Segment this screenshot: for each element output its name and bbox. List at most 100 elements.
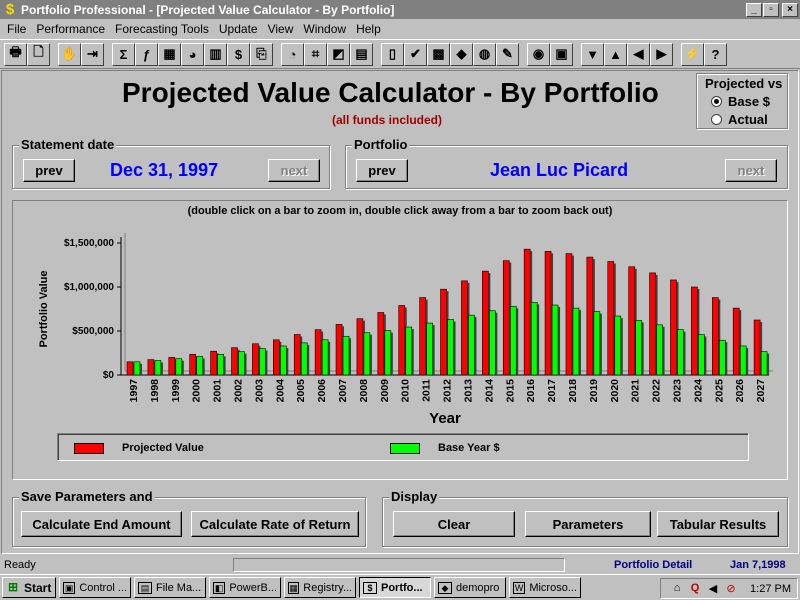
menu-window[interactable]: Window <box>298 22 351 36</box>
menu-help[interactable]: Help <box>351 22 386 36</box>
menu-performance[interactable]: Performance <box>31 22 110 36</box>
grid-icon[interactable]: ▩ <box>427 42 450 66</box>
bar-shadow <box>599 313 602 375</box>
calendar-icon[interactable]: ▤ <box>350 42 373 66</box>
start-button[interactable]: ⊞ Start <box>2 577 56 598</box>
alert-tray-icon[interactable]: ⊘ <box>724 582 738 596</box>
question-icon[interactable]: ? <box>704 42 727 66</box>
bar-projected-2014 <box>482 270 489 376</box>
bar-shadow <box>453 321 456 375</box>
exit-icon[interactable]: ⇥ <box>81 42 104 66</box>
right-arrow-icon[interactable]: ▶ <box>650 42 673 66</box>
menu-forecasting-tools[interactable]: Forecasting Tools <box>110 22 214 36</box>
taskbar-item[interactable]: ◧ PowerB... <box>209 577 281 598</box>
printer-icon[interactable]: 🖶 <box>4 42 27 66</box>
statement-prev-button[interactable]: prev <box>23 159 75 182</box>
taskbar-item[interactable]: W Microso... <box>509 577 581 598</box>
parameters-button[interactable]: Parameters <box>525 511 651 537</box>
bar-shadow <box>160 362 163 375</box>
radio-dot-selected[interactable] <box>711 96 722 107</box>
calculate-rate-of-return-button[interactable]: Calculate Rate of Return <box>191 511 359 537</box>
bar-chart-icon[interactable]: ▥ <box>204 42 227 66</box>
taskbar: ⊞ Start ▣ Control ... ▤ File Ma... ◧ PowerB..… <box>0 574 800 600</box>
bar-base-2006 <box>321 339 329 376</box>
chart-area[interactable]: (double click on a bar to zoom in, doubl… <box>12 200 788 480</box>
bar-shadow <box>578 310 581 375</box>
globe-icon[interactable]: ◉ <box>527 42 550 66</box>
radio-dot[interactable] <box>711 114 722 125</box>
portfolio-prev-button[interactable]: prev <box>356 159 408 182</box>
close-button[interactable]: × <box>782 2 798 17</box>
taskbar-item[interactable]: ▤ File Ma... <box>134 577 206 598</box>
tabular-results-button[interactable]: Tabular Results <box>657 511 779 537</box>
x-tick-label: 2025 <box>713 379 725 403</box>
q-tray-icon[interactable]: Q <box>688 582 702 596</box>
menu-update[interactable]: Update <box>214 22 263 36</box>
left-arrow-icon[interactable]: ◀ <box>627 42 650 66</box>
bar-projected-2007 <box>335 324 343 376</box>
window-title: Portfolio Professional - [Projected Valu… <box>21 2 395 17</box>
statement-date-group: Statement date prev Dec 31, 1997 next <box>12 137 330 189</box>
sigma-icon[interactable]: Σ <box>112 42 135 66</box>
chart-line-icon[interactable]: ◩ <box>327 42 350 66</box>
calculate-end-amount-button[interactable]: Calculate End Amount <box>21 511 182 537</box>
bar-shadow <box>369 334 372 375</box>
function-icon[interactable]: ƒ <box>135 42 158 66</box>
network-tray-icon[interactable]: ⌂ <box>670 582 684 596</box>
bar-shadow <box>411 329 414 375</box>
up-arrow-icon[interactable]: ▲ <box>604 42 627 66</box>
statement-date-value: Dec 31, 1997 <box>110 160 219 180</box>
minimize-button[interactable]: _ <box>746 2 762 17</box>
hand-icon[interactable]: ✎ <box>496 42 519 66</box>
statement-next-button[interactable]: next <box>268 159 320 182</box>
chart-legend: Projected Value Base Year $ <box>57 433 749 461</box>
table-icon[interactable]: ▦ <box>158 42 181 66</box>
x-tick-label: 2001 <box>212 379 224 403</box>
legend-swatch-red <box>74 442 104 454</box>
map-icon[interactable]: ▣ <box>550 42 573 66</box>
bar-base-2015 <box>509 306 517 376</box>
radio-base-dollars[interactable]: Base $ <box>711 94 770 109</box>
lightning-icon[interactable]: ⚡ <box>681 42 704 66</box>
bar-base-2023 <box>677 329 684 376</box>
bar-shadow <box>537 304 540 375</box>
bar-projected-2012 <box>440 288 447 376</box>
legend-label: Base Year $ <box>438 442 500 454</box>
taskbar-item[interactable]: ▦ Registry... <box>284 577 356 598</box>
start-label: Start <box>24 580 52 595</box>
radio-actual[interactable]: Actual <box>711 112 768 127</box>
menu-file[interactable]: File <box>2 22 31 36</box>
copy-icon[interactable]: ⎘ <box>250 42 273 66</box>
bar-projected-2008 <box>356 318 364 376</box>
radio-label: Base $ <box>728 94 770 109</box>
coin-icon[interactable]: ◍ <box>473 42 496 66</box>
stop-icon[interactable]: ✋ <box>58 42 81 66</box>
restore-button[interactable]: ▫ <box>763 2 779 17</box>
pie-icon[interactable]: ◔ <box>281 42 304 66</box>
x-tick-label: 2009 <box>379 379 391 403</box>
bar-base-2010 <box>405 326 413 376</box>
title-bar[interactable]: $ Portfolio Professional - [Projected Va… <box>0 0 800 19</box>
network-icon[interactable]: ⌗ <box>304 42 327 66</box>
bar-projected-1997 <box>126 361 134 376</box>
bar-base-2021 <box>635 320 642 376</box>
taskbar-item[interactable]: $ Portfo... <box>359 577 431 598</box>
chart-pie-icon[interactable]: ◕ <box>181 42 204 66</box>
speaker-icon[interactable]: ◀ <box>706 582 720 596</box>
taskbar-item[interactable]: ◆ demopro <box>434 577 506 598</box>
portfolio-next-button[interactable]: next <box>725 159 777 182</box>
preview-icon[interactable]: 🗋 <box>27 42 50 66</box>
money-bag-icon[interactable]: $ <box>227 42 250 66</box>
bar-base-2017 <box>551 304 559 376</box>
save-parameters-group: Save Parameters and Calculate End Amount… <box>12 489 366 547</box>
taskbar-item[interactable]: ▣ Control ... <box>59 577 131 598</box>
check-icon[interactable]: ✔ <box>404 42 427 66</box>
clear-button[interactable]: Clear <box>393 511 515 537</box>
menu-view[interactable]: View <box>263 22 299 36</box>
bar-projected-2002 <box>231 347 238 376</box>
shapes-icon[interactable]: ◆ <box>450 42 473 66</box>
down-arrow-icon[interactable]: ▼ <box>581 42 604 66</box>
book-icon[interactable]: ▯ <box>381 42 404 66</box>
clock[interactable]: 1:27 PM <box>750 583 791 595</box>
projected-value-chart[interactable]: $0 $500,000 $1,000,000 $1,500,000 Portfolio … <box>13 201 789 431</box>
